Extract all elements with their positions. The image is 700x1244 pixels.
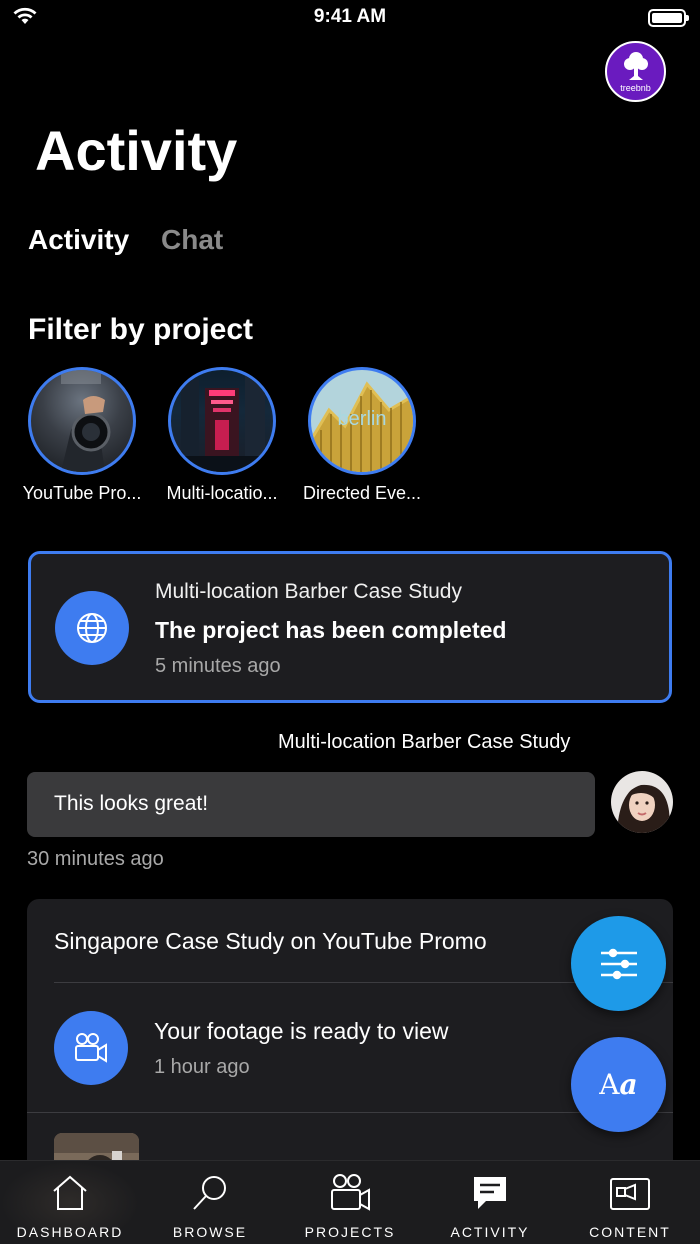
sliders-icon bbox=[600, 948, 637, 979]
card-project-name: Multi-location Barber Case Study bbox=[155, 580, 462, 603]
project-label: Directed Eve... bbox=[302, 483, 422, 503]
chat-icon bbox=[474, 1177, 506, 1209]
project-thumbnail: berlin bbox=[308, 367, 416, 475]
nav-label: ACTIVITY bbox=[450, 1224, 530, 1240]
project-label: YouTube Pro... bbox=[22, 483, 142, 503]
chat-project-name: Multi-location Barber Case Study bbox=[278, 731, 571, 753]
nav-activity[interactable]: ACTIVITY bbox=[420, 1161, 560, 1244]
search-icon bbox=[193, 1176, 226, 1210]
project-filter-directed-event[interactable]: berlin Directed Eve... bbox=[292, 367, 432, 504]
nav-content[interactable]: CONTENT bbox=[560, 1161, 700, 1244]
bottom-nav: DASHBOARD BROWSE PROJECTS ACTIVITY CONTE… bbox=[0, 1160, 700, 1244]
page-title: Activity bbox=[35, 119, 238, 182]
project-thumbnail bbox=[28, 367, 136, 475]
card-title: The project has been completed bbox=[155, 617, 507, 643]
home-icon bbox=[53, 1175, 87, 1210]
content-icon bbox=[610, 1178, 650, 1210]
project-image-text: berlin bbox=[337, 408, 387, 430]
battery-icon bbox=[648, 9, 689, 27]
nav-label: DASHBOARD bbox=[16, 1224, 124, 1240]
divider bbox=[27, 1112, 673, 1113]
filter-button[interactable] bbox=[571, 916, 666, 1011]
globe-icon bbox=[55, 591, 129, 665]
group-item-title: Your footage is ready to view bbox=[154, 1018, 449, 1044]
text-format-button[interactable]: Aa bbox=[571, 1037, 666, 1132]
project-thumbnail bbox=[168, 367, 276, 475]
tab-chat[interactable]: Chat bbox=[161, 224, 223, 256]
activity-card-completed[interactable]: Multi-location Barber Case Study The pro… bbox=[28, 551, 672, 703]
status-time: 9:41 AM bbox=[313, 6, 387, 27]
project-label: Multi-locatio... bbox=[166, 483, 278, 503]
group-card-title: Singapore Case Study on YouTube Promo bbox=[54, 928, 487, 954]
brand-name: treebnb bbox=[620, 83, 651, 93]
brand-avatar[interactable]: treebnb bbox=[605, 41, 666, 102]
tab-activity[interactable]: Activity bbox=[28, 224, 129, 256]
nav-browse[interactable]: BROWSE bbox=[140, 1161, 280, 1244]
nav-dashboard[interactable]: DASHBOARD bbox=[0, 1161, 140, 1244]
group-item-time: 1 hour ago bbox=[154, 1056, 250, 1078]
projects-icon bbox=[331, 1174, 370, 1211]
text-format-icon: Aa bbox=[599, 1068, 638, 1101]
filter-heading: Filter by project bbox=[28, 313, 254, 346]
chat-time: 30 minutes ago bbox=[27, 848, 164, 870]
nav-label: CONTENT bbox=[589, 1224, 671, 1240]
project-filter-youtube[interactable]: YouTube Pro... bbox=[12, 367, 152, 504]
tree-icon bbox=[623, 52, 648, 80]
user-avatar[interactable] bbox=[611, 771, 673, 833]
nav-label: PROJECTS bbox=[304, 1224, 396, 1240]
camera-icon bbox=[54, 1011, 128, 1085]
project-filter-multi-location[interactable]: Multi-locatio... bbox=[152, 367, 292, 504]
status-bar: 9:41 AM bbox=[0, 0, 700, 40]
card-time: 5 minutes ago bbox=[155, 655, 281, 677]
nav-projects[interactable]: PROJECTS bbox=[280, 1161, 420, 1244]
chat-message[interactable]: This looks great! bbox=[27, 772, 595, 837]
nav-label: BROWSE bbox=[172, 1224, 248, 1240]
